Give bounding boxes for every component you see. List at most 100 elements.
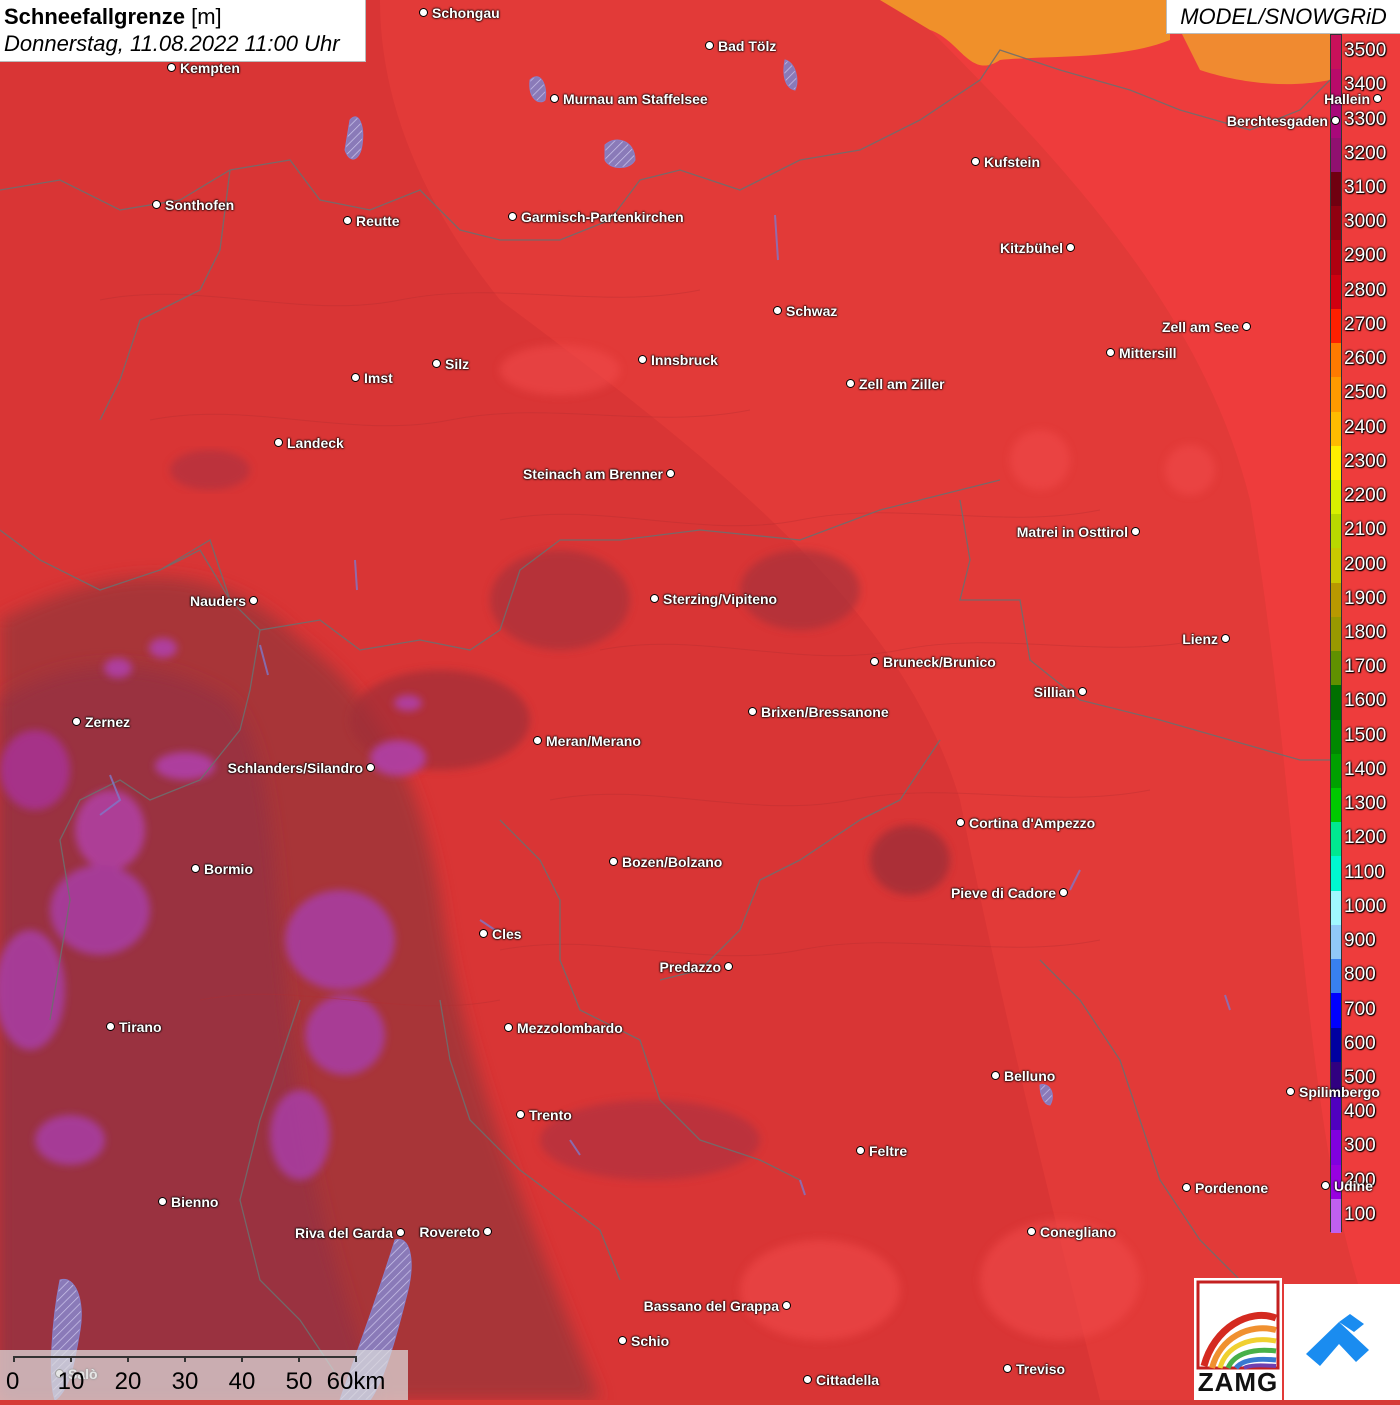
- city-label[interactable]: Tirano: [119, 1019, 162, 1035]
- city-marker: [705, 41, 714, 50]
- legend-color-cell: [1331, 1130, 1341, 1166]
- city-label[interactable]: Treviso: [1016, 1361, 1065, 1377]
- city-label[interactable]: Zernez: [85, 714, 130, 730]
- city-label[interactable]: Innsbruck: [651, 352, 718, 368]
- parameter-name: Schneefallgrenze: [4, 4, 185, 29]
- legend-label: 2800: [1344, 279, 1387, 301]
- city-marker: [803, 1375, 812, 1384]
- city-marker: [343, 216, 352, 225]
- city-label[interactable]: Meran/Merano: [546, 733, 641, 749]
- city-label[interactable]: Spilimbergo: [1299, 1084, 1380, 1100]
- legend-color-cell: [1331, 1096, 1341, 1131]
- city-label[interactable]: Reutte: [356, 213, 400, 229]
- city-label[interactable]: Cittadella: [816, 1372, 879, 1388]
- city-marker: [650, 594, 659, 603]
- city-marker: [1242, 322, 1251, 331]
- city-label[interactable]: Nauders: [190, 593, 246, 609]
- legend-label: 2500: [1344, 382, 1387, 404]
- city-label[interactable]: Bormio: [204, 861, 253, 877]
- legend-label: 1300: [1344, 793, 1387, 815]
- city-label[interactable]: Riva del Garda: [295, 1225, 393, 1241]
- city-label[interactable]: Brixen/Bressanone: [761, 704, 889, 720]
- city-label[interactable]: Bienno: [171, 1194, 218, 1210]
- city-marker: [167, 63, 176, 72]
- city-label[interactable]: Conegliano: [1040, 1224, 1116, 1240]
- city-label[interactable]: Bozen/Bolzano: [622, 854, 722, 870]
- city-label[interactable]: Rovereto: [419, 1224, 480, 1240]
- city-label[interactable]: Imst: [364, 370, 393, 386]
- legend-color-cell: [1331, 35, 1341, 70]
- legend-color-cell: [1331, 377, 1341, 412]
- legend-label: 100: [1344, 1203, 1376, 1225]
- scale-label: 20: [114, 1368, 142, 1395]
- city-marker: [1321, 1181, 1330, 1190]
- city-label[interactable]: Steinach am Brenner: [523, 466, 663, 482]
- city-label[interactable]: Belluno: [1004, 1068, 1055, 1084]
- scale-tick: [355, 1356, 357, 1362]
- map-title: Schneefallgrenze [m]: [4, 3, 361, 31]
- city-label[interactable]: Sonthofen: [165, 197, 234, 213]
- city-label[interactable]: Zell am See: [1162, 319, 1239, 335]
- rainbow-icon: [1196, 1280, 1280, 1370]
- city-label[interactable]: Schio: [631, 1333, 669, 1349]
- city-label[interactable]: Cles: [492, 926, 522, 942]
- city-label[interactable]: Silz: [445, 356, 469, 372]
- city-label[interactable]: Schlanders/Silandro: [228, 760, 363, 776]
- scale-tick: [70, 1356, 72, 1362]
- city-label[interactable]: Schwaz: [786, 303, 837, 319]
- city-label[interactable]: Cortina d'Ampezzo: [969, 815, 1095, 831]
- city-label[interactable]: Matrei in Osttirol: [1017, 524, 1128, 540]
- legend-label: 2400: [1344, 416, 1387, 438]
- scale-label: 40: [228, 1368, 256, 1395]
- legend-color-cell: [1331, 788, 1341, 823]
- dark-patch: [170, 450, 250, 490]
- legend-color-cell: [1331, 137, 1341, 173]
- city-label[interactable]: Udine: [1334, 1178, 1373, 1194]
- legend-label: 1400: [1344, 758, 1387, 780]
- legend-color-cell: [1331, 616, 1341, 652]
- city-label[interactable]: Bassano del Grappa: [644, 1298, 779, 1314]
- city-label[interactable]: Lienz: [1182, 631, 1218, 647]
- city-label[interactable]: Feltre: [869, 1143, 907, 1159]
- city-label[interactable]: Schongau: [432, 5, 500, 21]
- legend-color-cell: [1331, 959, 1341, 994]
- mountain-icon: [1306, 1314, 1369, 1366]
- city-label[interactable]: Zell am Ziller: [859, 376, 945, 392]
- city-marker: [366, 763, 375, 772]
- city-label[interactable]: Bad Tölz: [718, 38, 776, 54]
- scale-label: 10: [57, 1368, 85, 1395]
- city-label[interactable]: Mittersill: [1119, 345, 1177, 361]
- legend-color-cell: [1331, 651, 1341, 686]
- city-marker: [274, 438, 283, 447]
- city-label[interactable]: Mezzolombardo: [517, 1020, 623, 1036]
- city-label[interactable]: Kitzbühel: [1000, 240, 1063, 256]
- city-marker: [483, 1227, 492, 1236]
- city-label[interactable]: Trento: [529, 1107, 572, 1123]
- legend-label: 600: [1344, 1032, 1376, 1054]
- city-marker: [479, 929, 488, 938]
- city-label[interactable]: Sillian: [1034, 684, 1075, 700]
- city-marker: [1027, 1227, 1036, 1236]
- legend-color-cell: [1331, 308, 1341, 344]
- city-label[interactable]: Bruneck/Brunico: [883, 654, 996, 670]
- scale-label: 50: [285, 1368, 313, 1395]
- city-label[interactable]: Sterzing/Vipiteno: [663, 591, 777, 607]
- city-label[interactable]: Hallein: [1324, 91, 1370, 107]
- legend-label: 3100: [1344, 177, 1387, 199]
- city-label[interactable]: Kempten: [180, 60, 240, 76]
- legend-label: 2900: [1344, 245, 1387, 267]
- city-label[interactable]: Pordenone: [1195, 1180, 1268, 1196]
- city-label[interactable]: Predazzo: [660, 959, 721, 975]
- city-label[interactable]: Pieve di Cadore: [951, 885, 1056, 901]
- map-datetime: Donnerstag, 11.08.2022 11:00 Uhr: [4, 31, 340, 56]
- dark-patch: [540, 1100, 760, 1180]
- city-label[interactable]: Garmisch-Partenkirchen: [521, 209, 684, 225]
- legend-label: 3500: [1344, 40, 1387, 62]
- city-label[interactable]: Kufstein: [984, 154, 1040, 170]
- city-label[interactable]: Berchtesgaden: [1227, 113, 1328, 129]
- legend-color-cell: [1331, 1198, 1341, 1234]
- city-label[interactable]: Murnau am Staffelsee: [563, 91, 708, 107]
- city-marker: [550, 94, 559, 103]
- city-marker: [1373, 94, 1382, 103]
- city-label[interactable]: Landeck: [287, 435, 344, 451]
